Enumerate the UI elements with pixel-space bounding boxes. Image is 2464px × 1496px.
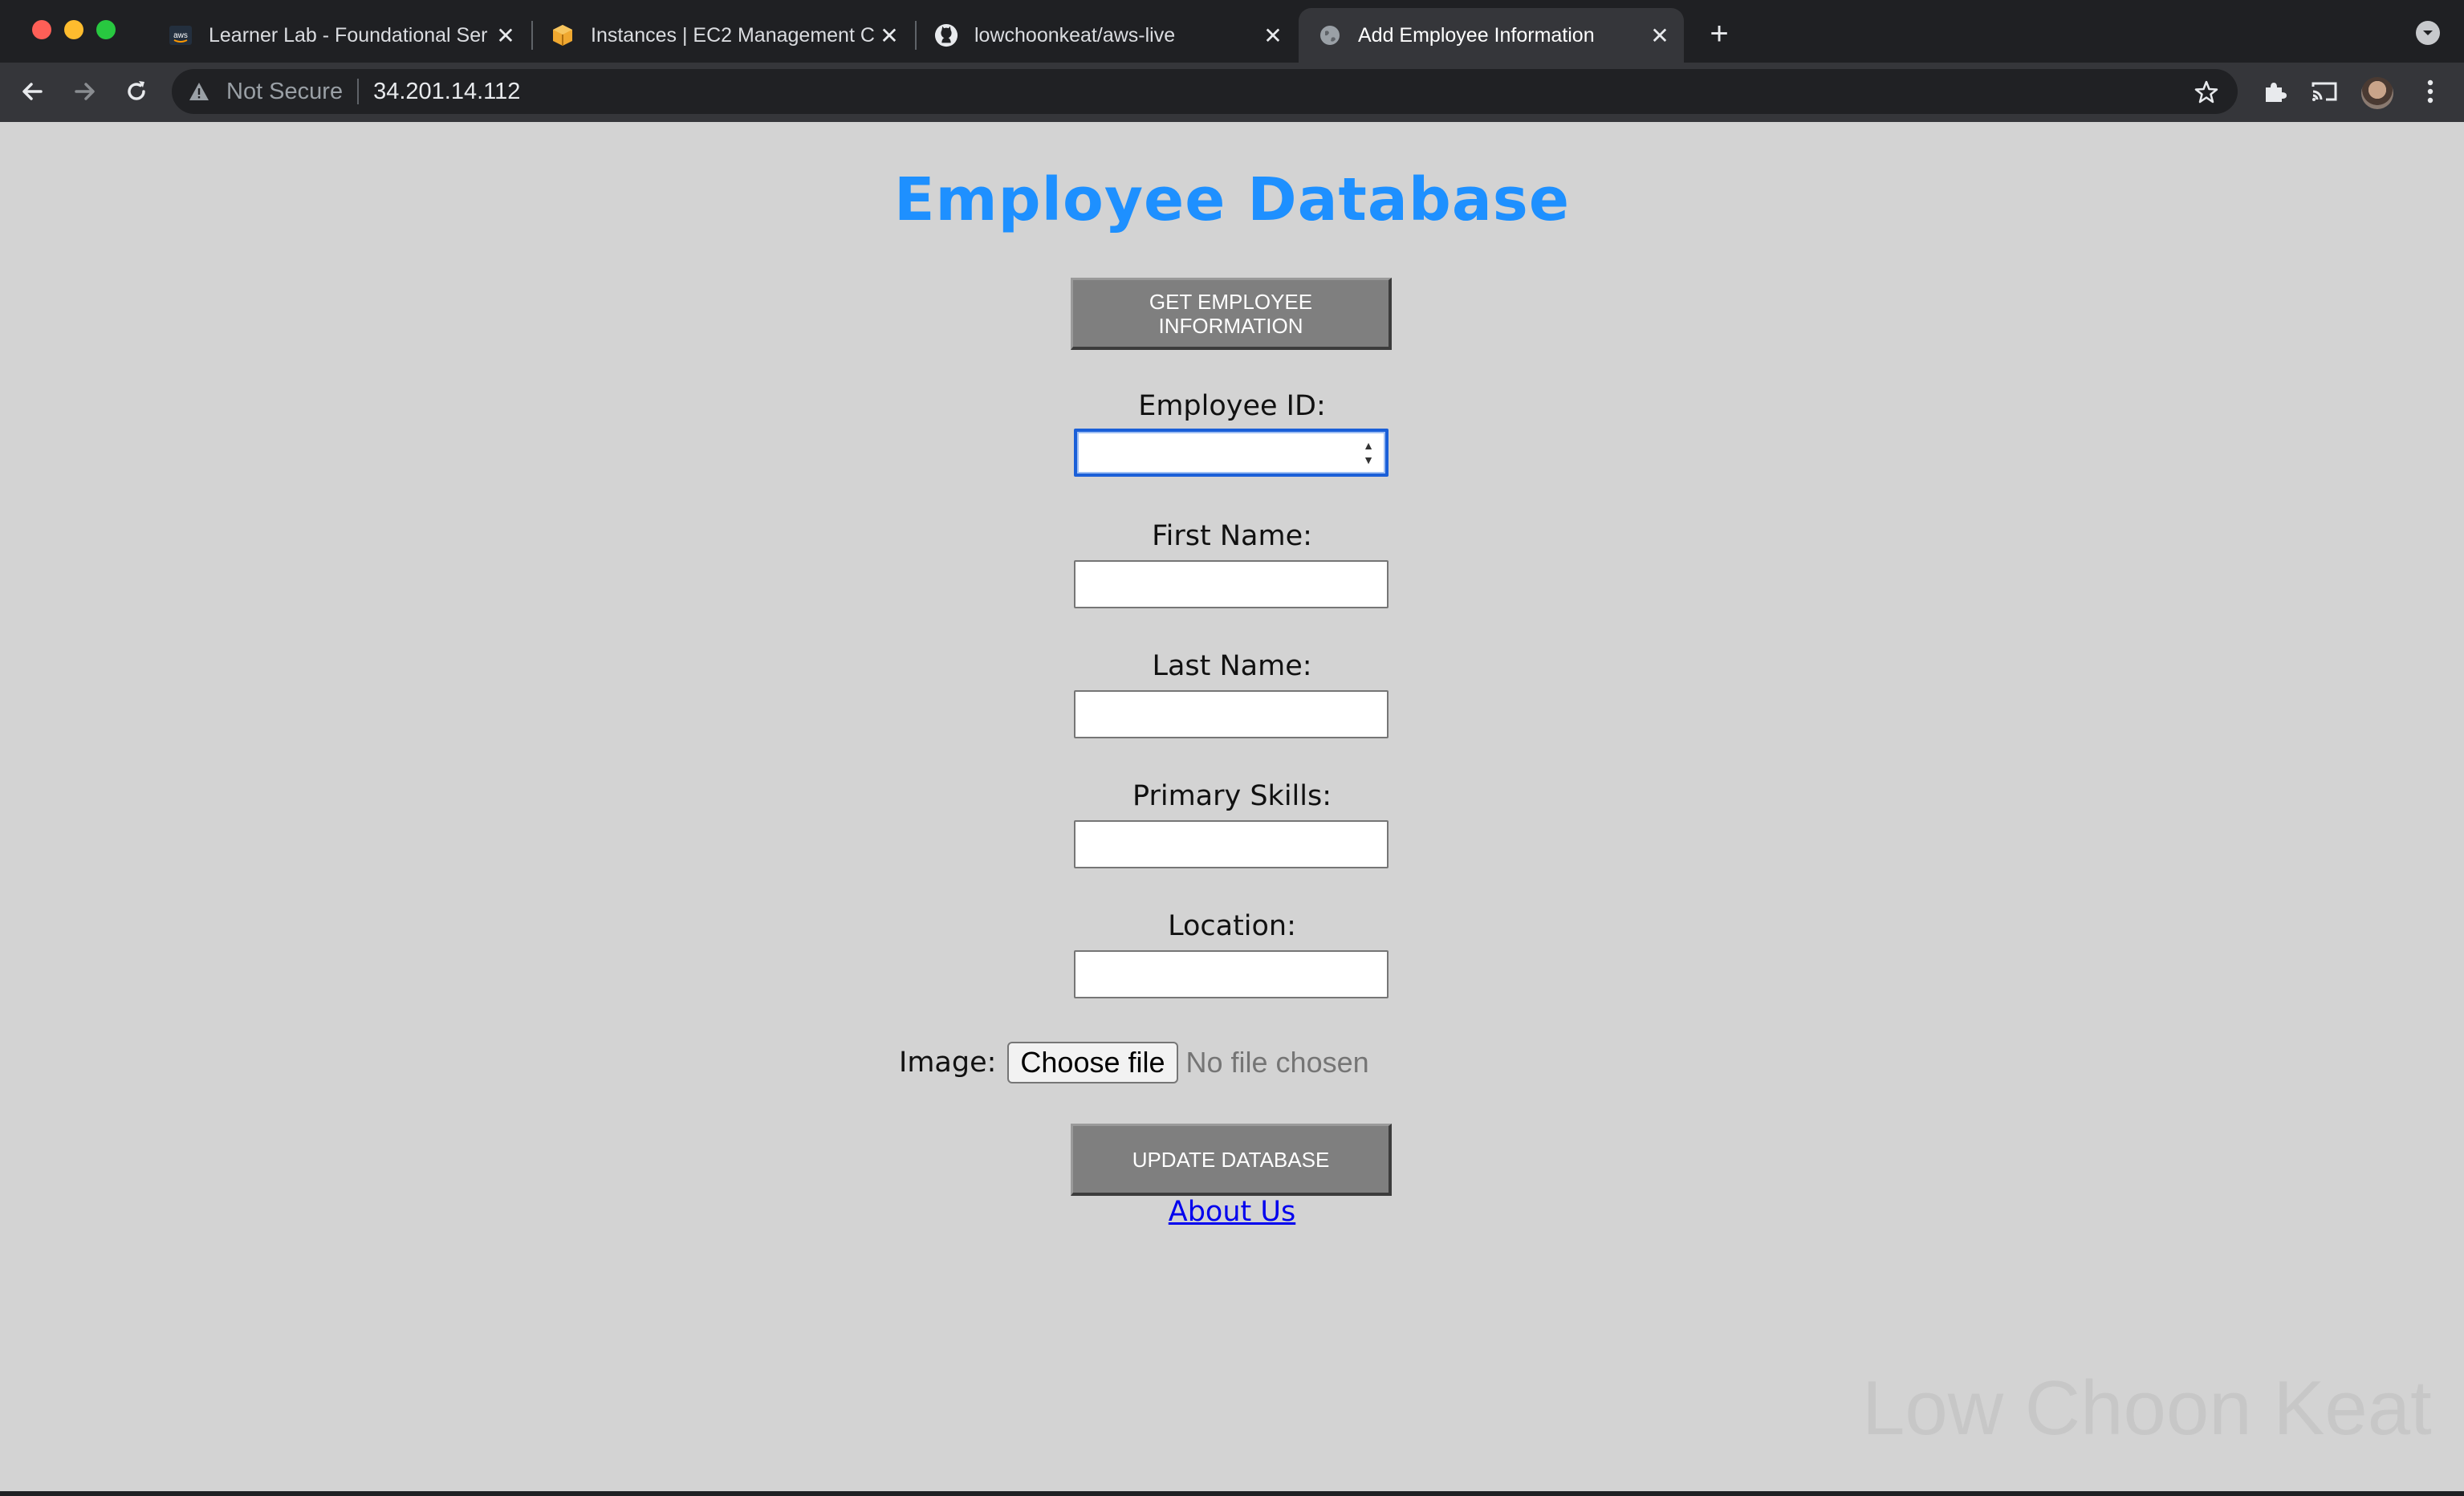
- address-bar[interactable]: Not Secure 34.201.14.112: [172, 69, 2238, 114]
- url-text[interactable]: 34.201.14.112: [373, 79, 520, 105]
- aws-icon: aws: [169, 23, 193, 47]
- browser-tab-github[interactable]: lowchoonkeat/aws-live ✕: [918, 8, 1297, 63]
- ec2-box-icon: [551, 23, 575, 47]
- tab-title: Add Employee Information: [1358, 23, 1595, 47]
- location-input[interactable]: [1074, 950, 1389, 998]
- image-upload-row: Image: Choose file No file chosen: [899, 1040, 1369, 1085]
- watermark-text: Low Choon Keat: [1862, 1365, 2432, 1451]
- cast-icon[interactable]: [2305, 72, 2344, 111]
- browser-toolbar: Not Secure 34.201.14.112: [0, 63, 2464, 122]
- tab-close-icon[interactable]: ✕: [1260, 22, 1286, 48]
- tab-separator: [915, 21, 917, 50]
- browser-tab-add-employee[interactable]: Add Employee Information ✕: [1299, 8, 1684, 63]
- about-us-link-wrapper: About Us: [0, 1196, 2464, 1228]
- profile-avatar[interactable]: [2361, 77, 2393, 109]
- spinner-down-icon[interactable]: ▼: [1363, 454, 1374, 465]
- primary-skills-label: Primary Skills:: [1132, 780, 1332, 812]
- extensions-puzzle-icon[interactable]: [2255, 72, 2294, 111]
- forward-arrow-icon[interactable]: [64, 71, 106, 112]
- choose-file-button[interactable]: Choose file: [1007, 1042, 1178, 1083]
- about-us-link[interactable]: About Us: [1169, 1196, 1295, 1228]
- more-menu-icon[interactable]: [2411, 72, 2450, 111]
- update-database-button[interactable]: UPDATE DATABASE: [1071, 1124, 1392, 1196]
- primary-skills-input[interactable]: [1074, 820, 1389, 868]
- tab-close-icon[interactable]: ✕: [493, 22, 518, 48]
- first-name-input[interactable]: [1074, 560, 1389, 608]
- last-name-input[interactable]: [1074, 690, 1389, 738]
- window-close-button[interactable]: [32, 20, 51, 39]
- github-icon: [934, 23, 958, 47]
- number-spinner[interactable]: ▲ ▼: [1360, 440, 1377, 465]
- bookmark-star-icon[interactable]: [2193, 79, 2220, 106]
- file-status-text: No file chosen: [1185, 1046, 1369, 1079]
- tab-title: lowchoonkeat/aws-live: [974, 23, 1176, 47]
- image-label: Image:: [899, 1047, 997, 1079]
- browser-tab-bar: aws Learner Lab - Foundational Ser ✕ Ins…: [0, 0, 2464, 63]
- svg-text:aws: aws: [173, 31, 188, 40]
- back-arrow-icon[interactable]: [11, 71, 53, 112]
- tab-search-icon[interactable]: [2416, 21, 2440, 45]
- tab-close-icon[interactable]: ✕: [1647, 22, 1673, 48]
- last-name-label: Last Name:: [1152, 650, 1312, 682]
- employee-id-input[interactable]: ▲ ▼: [1074, 429, 1389, 477]
- security-status-label[interactable]: Not Secure: [226, 79, 343, 105]
- browser-tab-ec2-instances[interactable]: Instances | EC2 Management C ✕: [535, 8, 913, 63]
- first-name-label: First Name:: [1152, 520, 1312, 552]
- reload-icon[interactable]: [116, 71, 157, 112]
- window-bottom-edge: [0, 1491, 2464, 1496]
- window-zoom-button[interactable]: [96, 20, 116, 39]
- tab-close-icon[interactable]: ✕: [876, 22, 902, 48]
- tab-title: Instances | EC2 Management C: [591, 23, 875, 47]
- page-content: Employee Database GET EMPLOYEE INFORMATI…: [0, 122, 2464, 1491]
- tab-title: Learner Lab - Foundational Ser: [209, 23, 488, 47]
- window-minimize-button[interactable]: [64, 20, 83, 39]
- globe-icon: [1318, 23, 1342, 47]
- employee-id-label: Employee ID:: [1138, 390, 1326, 422]
- warning-triangle-icon[interactable]: [188, 79, 212, 104]
- get-employee-information-button[interactable]: GET EMPLOYEE INFORMATION: [1071, 278, 1392, 350]
- address-divider: [357, 79, 360, 104]
- new-tab-plus-icon[interactable]: +: [1702, 16, 1737, 51]
- tab-separator: [531, 21, 533, 50]
- location-label: Location:: [1168, 910, 1296, 942]
- spinner-up-icon[interactable]: ▲: [1363, 440, 1374, 451]
- browser-tab-learner-lab[interactable]: aws Learner Lab - Foundational Ser ✕: [152, 8, 530, 63]
- page-title: Employee Database: [893, 165, 1571, 234]
